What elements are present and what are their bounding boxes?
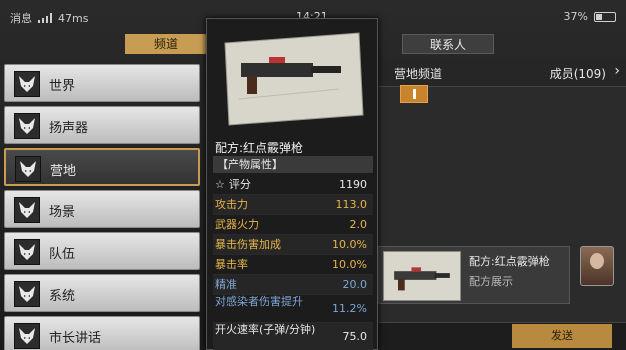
stat-label: 对感染者伤害提升	[215, 295, 303, 308]
stat-value: 10.0%	[332, 258, 367, 271]
stat-value: 10.0%	[332, 238, 367, 251]
item-name: 配方:红点霰弹枪	[215, 141, 304, 155]
stat-row: 开火速率(子弹/分钟) 75.0	[213, 323, 373, 350]
channel-item-world[interactable]: 世界	[4, 64, 200, 102]
section-header: 【产物属性】	[213, 156, 373, 173]
stat-label: 暴击率	[215, 258, 248, 271]
status-right: 37%	[564, 10, 616, 23]
channel-label: 系统	[49, 289, 76, 304]
stat-label: ☆ 评分	[215, 175, 251, 195]
shotgun-blueprint-image	[219, 29, 367, 129]
stat-row: 暴击率 10.0%	[213, 255, 373, 275]
channel-list: 世界 扬声器 营地 场景 队伍 系统 市长讲话	[0, 62, 210, 350]
fox-icon	[14, 323, 40, 349]
message-subtitle: 配方展示	[469, 275, 513, 288]
battery-icon	[594, 11, 616, 22]
channel-item-team[interactable]: 队伍	[4, 232, 200, 270]
stat-label: 暴击伤害加成	[215, 238, 281, 251]
stat-label: 精准	[215, 278, 237, 291]
message-title: 配方:红点霰弹枪	[469, 255, 550, 268]
fox-icon	[14, 71, 40, 97]
stat-row: 对感染者伤害提升 11.2%	[213, 295, 373, 323]
chat-title: 营地频道	[394, 67, 443, 81]
channel-label: 市长讲话	[49, 331, 102, 346]
notice-tag[interactable]	[400, 85, 428, 103]
stat-label: 武器火力	[215, 218, 259, 231]
stat-row: 攻击力 113.0	[213, 195, 373, 215]
chat-header: 营地频道 成员(109) ›	[378, 57, 626, 87]
stat-value: 2.0	[349, 218, 368, 231]
channel-label: 场景	[49, 205, 76, 220]
channel-label: 营地	[50, 164, 77, 179]
channel-label: 队伍	[49, 247, 76, 262]
members-count-link[interactable]: 成员(109)	[550, 65, 606, 82]
status-net-speed: 47ms	[58, 11, 89, 25]
stat-label: 开火速率(子弹/分钟)	[215, 323, 316, 336]
channel-item-scene[interactable]: 场景	[4, 190, 200, 228]
stat-value: 20.0	[342, 278, 368, 291]
chat-message-card[interactable]: 配方:红点霰弹枪 配方展示	[378, 246, 570, 304]
user-avatar[interactable]	[580, 246, 614, 286]
channel-item-camp[interactable]: 营地	[4, 148, 200, 186]
item-tooltip: 配方:红点霰弹枪 【产物属性】 ☆ 评分 1190 攻击力 113.0 武器火力 …	[206, 18, 378, 350]
tab-contacts[interactable]: 联系人	[402, 34, 494, 54]
game-screen: 消息 47ms 14:21 37% 频道 联系人 世界 扬声器 营地 场景 队伍…	[0, 0, 626, 350]
signal-icon	[38, 13, 52, 23]
stat-value: 75.0	[342, 330, 368, 343]
stat-label: 攻击力	[215, 198, 248, 211]
channel-item-mayor[interactable]: 市长讲话	[4, 316, 200, 350]
channel-item-speaker[interactable]: 扬声器	[4, 106, 200, 144]
stat-row-score: ☆ 评分 1190	[213, 175, 373, 195]
fox-icon	[14, 281, 40, 307]
tab-channels[interactable]: 频道	[125, 34, 207, 54]
stat-value: 113.0	[335, 198, 368, 211]
status-left: 消息 47ms	[10, 10, 88, 26]
star-icon: ☆	[215, 178, 225, 191]
stat-value: 1190	[339, 178, 367, 191]
stat-row: 精准 20.0	[213, 275, 373, 295]
channel-item-system[interactable]: 系统	[4, 274, 200, 312]
shotgun-thumbnail	[383, 251, 461, 301]
fox-icon	[14, 197, 40, 223]
stat-value: 11.2%	[332, 302, 367, 315]
status-battery-text: 37%	[563, 10, 588, 23]
channel-label: 扬声器	[49, 121, 89, 136]
stat-row: 暴击伤害加成 10.0%	[213, 235, 373, 255]
fox-icon	[14, 239, 40, 265]
status-carrier: 消息	[10, 12, 32, 25]
channel-label: 世界	[49, 79, 76, 94]
fox-icon	[15, 156, 41, 182]
fox-icon	[14, 113, 40, 139]
send-button[interactable]: 发送	[512, 324, 612, 348]
chevron-right-icon[interactable]: ›	[614, 63, 620, 79]
stat-row: 武器火力 2.0	[213, 215, 373, 235]
